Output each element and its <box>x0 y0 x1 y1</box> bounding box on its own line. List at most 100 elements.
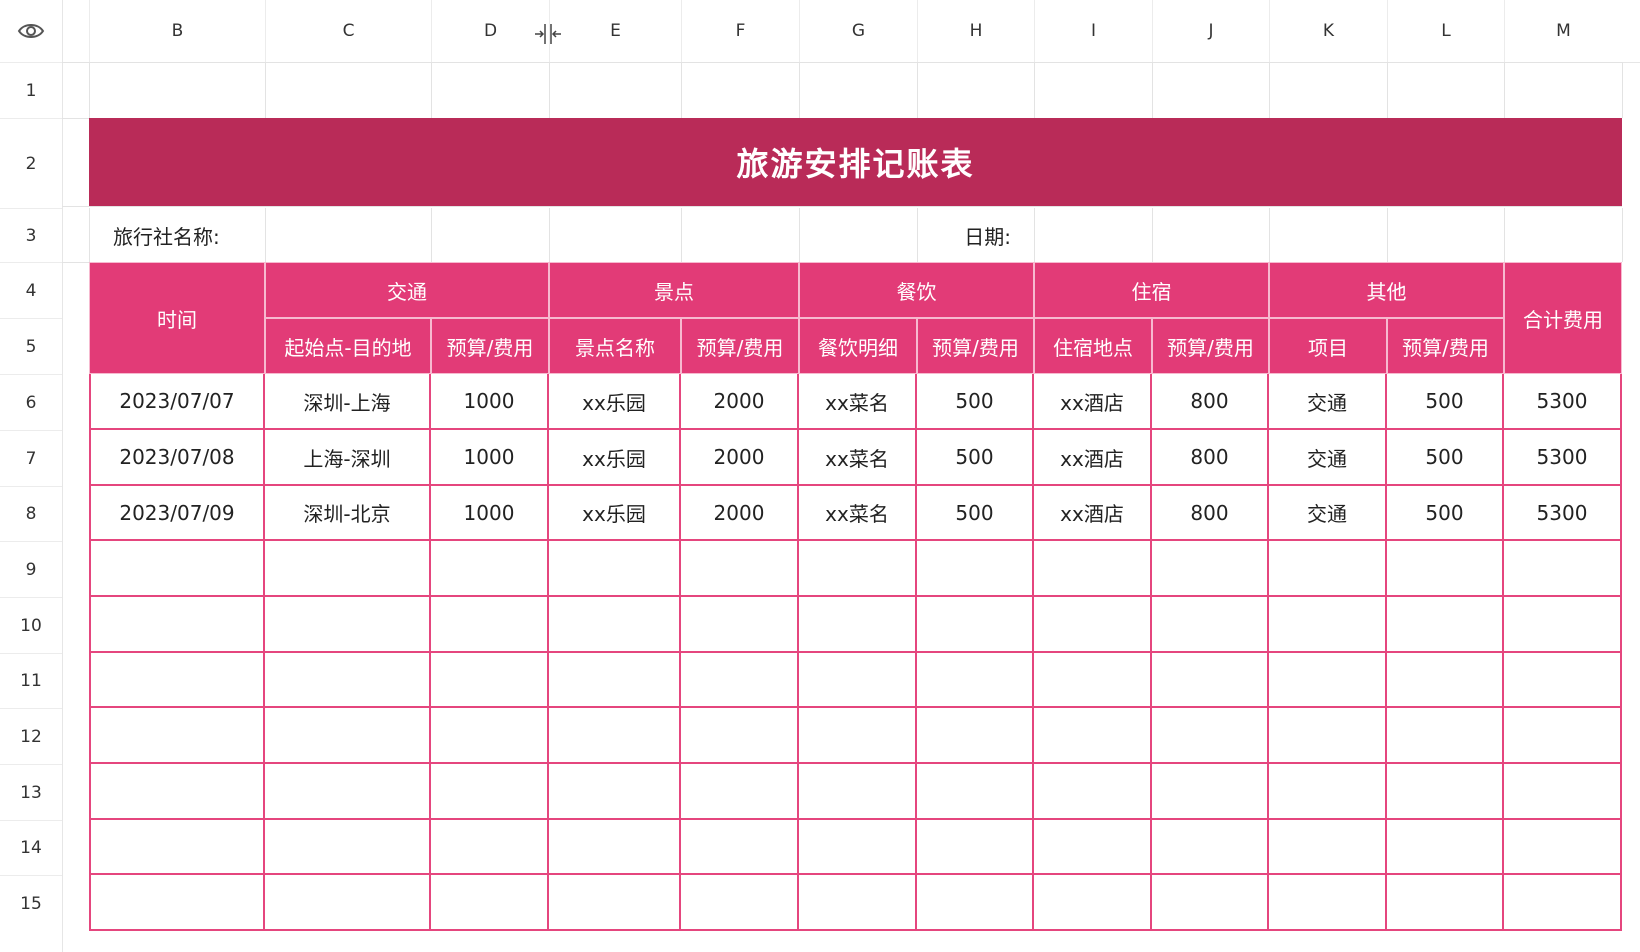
cell-sight-name[interactable] <box>549 708 681 764</box>
cell-lodging-place[interactable] <box>1034 820 1152 875</box>
cell-total[interactable] <box>1504 541 1622 597</box>
row-header-4[interactable]: 4 <box>0 262 62 318</box>
row-header-10[interactable]: 10 <box>0 597 62 653</box>
header-transport[interactable]: 交通 <box>265 262 549 318</box>
cell-dining-detail[interactable] <box>799 541 917 597</box>
cell-time[interactable]: 2023/07/08 <box>89 430 265 486</box>
cell-route[interactable] <box>265 653 431 708</box>
cell-route[interactable] <box>265 820 431 875</box>
cell-dining-budget[interactable] <box>917 820 1034 875</box>
row-header-8[interactable]: 8 <box>0 486 62 541</box>
cell-lodging-place[interactable] <box>1034 764 1152 820</box>
cell-other-budget[interactable] <box>1387 875 1504 931</box>
subheader-dining-budget[interactable]: 预算/费用 <box>917 318 1034 374</box>
cell-sights-budget[interactable] <box>681 541 799 597</box>
subheader-transport-budget[interactable]: 预算/费用 <box>431 318 549 374</box>
cell-dining-budget[interactable]: 500 <box>917 374 1034 430</box>
cell-time[interactable] <box>89 875 265 931</box>
cell-sights-budget[interactable] <box>681 875 799 931</box>
cell-transport-budget[interactable] <box>431 820 549 875</box>
column-header-c[interactable]: C <box>265 0 431 62</box>
header-total[interactable]: 合计费用 <box>1504 262 1622 374</box>
cell-dining-detail[interactable]: xx菜名 <box>799 374 917 430</box>
cell-dining-detail[interactable] <box>799 875 917 931</box>
sheet-title[interactable]: 旅游安排记账表 <box>89 118 1622 206</box>
cell-total[interactable]: 5300 <box>1504 430 1622 486</box>
cell-dining-budget[interactable] <box>917 875 1034 931</box>
cell-total[interactable]: 5300 <box>1504 374 1622 430</box>
cell-route[interactable] <box>265 708 431 764</box>
subheader-item[interactable]: 项目 <box>1269 318 1387 374</box>
column-header-h[interactable]: H <box>917 0 1034 62</box>
cell-item[interactable]: 交通 <box>1269 374 1387 430</box>
cell-sights-budget[interactable]: 2000 <box>681 374 799 430</box>
cell-other-budget[interactable] <box>1387 708 1504 764</box>
cell-total[interactable] <box>1504 597 1622 653</box>
cell-item[interactable] <box>1269 653 1387 708</box>
row-header-5[interactable]: 5 <box>0 318 62 374</box>
subheader-sights-budget[interactable]: 预算/费用 <box>681 318 799 374</box>
cell-route[interactable]: 深圳-北京 <box>265 486 431 541</box>
cell-dining-detail[interactable] <box>799 708 917 764</box>
cell-total[interactable] <box>1504 875 1622 931</box>
cell-time[interactable] <box>89 597 265 653</box>
cell-dining-budget[interactable] <box>917 541 1034 597</box>
cell-route[interactable]: 上海-深圳 <box>265 430 431 486</box>
row-header-6[interactable]: 6 <box>0 374 62 430</box>
cell-sights-budget[interactable] <box>681 820 799 875</box>
cell-dining-detail[interactable] <box>799 597 917 653</box>
cell-sight-name[interactable] <box>549 875 681 931</box>
cell-other-budget[interactable] <box>1387 653 1504 708</box>
cell-route[interactable] <box>265 541 431 597</box>
cell-dining-detail[interactable] <box>799 764 917 820</box>
cell-dining-detail[interactable]: xx菜名 <box>799 430 917 486</box>
subheader-other-budget[interactable]: 预算/费用 <box>1387 318 1504 374</box>
cell-item[interactable] <box>1269 764 1387 820</box>
column-header-i[interactable]: I <box>1034 0 1152 62</box>
header-sights[interactable]: 景点 <box>549 262 799 318</box>
row-header-2[interactable]: 2 <box>0 118 62 208</box>
cell-transport-budget[interactable] <box>431 875 549 931</box>
subheader-sight-name[interactable]: 景点名称 <box>549 318 681 374</box>
cell-transport-budget[interactable]: 1000 <box>431 486 549 541</box>
cell-transport-budget[interactable]: 1000 <box>431 374 549 430</box>
cell-item[interactable] <box>1269 541 1387 597</box>
cell-sights-budget[interactable] <box>681 764 799 820</box>
header-other[interactable]: 其他 <box>1269 262 1504 318</box>
cell-item[interactable] <box>1269 875 1387 931</box>
cell-dining-budget[interactable] <box>917 708 1034 764</box>
cell-lodging-place[interactable] <box>1034 597 1152 653</box>
cell-transport-budget[interactable] <box>431 653 549 708</box>
cell-lodging-budget[interactable]: 800 <box>1152 374 1269 430</box>
cell-lodging-budget[interactable] <box>1152 541 1269 597</box>
cell-sight-name[interactable] <box>549 820 681 875</box>
row-header-14[interactable]: 14 <box>0 820 62 875</box>
row-header-7[interactable]: 7 <box>0 430 62 486</box>
cell-transport-budget[interactable]: 1000 <box>431 430 549 486</box>
cell-lodging-place[interactable] <box>1034 875 1152 931</box>
cell-total[interactable]: 5300 <box>1504 486 1622 541</box>
column-header-e[interactable]: E <box>549 0 681 62</box>
cell-route[interactable] <box>265 764 431 820</box>
cell-time[interactable] <box>89 541 265 597</box>
row-header-12[interactable]: 12 <box>0 708 62 764</box>
cell-lodging-place[interactable]: xx酒店 <box>1034 430 1152 486</box>
cell-lodging-budget[interactable] <box>1152 764 1269 820</box>
cell-route[interactable] <box>265 597 431 653</box>
cell-total[interactable] <box>1504 653 1622 708</box>
cell-other-budget[interactable] <box>1387 820 1504 875</box>
cell-dining-detail[interactable]: xx菜名 <box>799 486 917 541</box>
cell-lodging-budget[interactable] <box>1152 820 1269 875</box>
cell-dining-detail[interactable] <box>799 653 917 708</box>
cell-time[interactable] <box>89 764 265 820</box>
row-header-1[interactable]: 1 <box>0 62 62 118</box>
cell-other-budget[interactable] <box>1387 597 1504 653</box>
cell-lodging-place[interactable] <box>1034 541 1152 597</box>
row-header-11[interactable]: 11 <box>0 653 62 708</box>
cell-total[interactable] <box>1504 820 1622 875</box>
cell-transport-budget[interactable] <box>431 708 549 764</box>
cell-time[interactable]: 2023/07/07 <box>89 374 265 430</box>
cell-dining-budget[interactable] <box>917 764 1034 820</box>
cell-transport-budget[interactable] <box>431 764 549 820</box>
row-header-9[interactable]: 9 <box>0 541 62 597</box>
